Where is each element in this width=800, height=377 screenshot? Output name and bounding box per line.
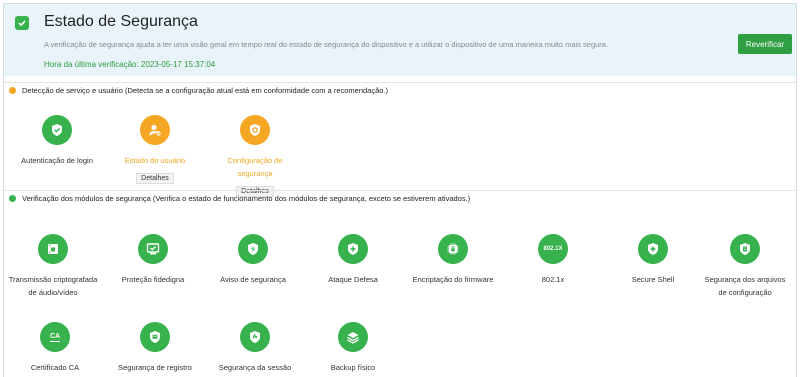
module-item[interactable]: Segurança da sessão xyxy=(210,322,300,374)
shield-gear-icon xyxy=(240,115,270,145)
item-label: Encriptação do firmware xyxy=(412,275,494,284)
layers-icon xyxy=(338,322,368,352)
file-shield-icon xyxy=(730,234,760,264)
last-check-time: Hora da última verificação: 2023-05-17 1… xyxy=(44,60,216,69)
module-item[interactable]: Backup físico xyxy=(308,322,398,374)
item-label: Aviso de segurança xyxy=(220,275,286,284)
item-label: Autenticação de login xyxy=(21,156,93,165)
module-item[interactable]: Secure Shell xyxy=(608,234,698,286)
module-item[interactable]: 802.1X 802.1x xyxy=(508,234,598,286)
shield-check-icon xyxy=(15,16,29,30)
lightning-shield-icon xyxy=(238,234,268,264)
module-item[interactable]: Ataque Defesa xyxy=(308,234,398,286)
item-label: 802.1x xyxy=(541,275,565,284)
module-item[interactable]: Proteção fidedigna xyxy=(108,234,198,286)
item-label: Ataque Defesa xyxy=(328,275,378,284)
session-shield-icon xyxy=(240,322,270,352)
ca-certificate-icon: CA xyxy=(40,322,70,352)
check-item-security-config[interactable]: Configuração de segurança Detalhes xyxy=(210,115,300,198)
icon-text: CA xyxy=(49,332,61,342)
user-icon xyxy=(140,115,170,145)
chip-lock-icon xyxy=(438,234,468,264)
shell-shield-icon xyxy=(638,234,668,264)
security-status-header: Estado de Segurança A verificação de seg… xyxy=(4,4,796,76)
section-title: Detecção de serviço e usuário (Detecta s… xyxy=(22,86,389,95)
module-item[interactable]: Transmissão criptografada de áudio/vídeo xyxy=(8,234,98,299)
shield-check-icon xyxy=(42,115,72,145)
module-item[interactable]: Segurança dos arquivos de configuração xyxy=(700,234,790,299)
check-item-user-status[interactable]: Estado do usuário Detalhes xyxy=(110,115,200,185)
module-item[interactable]: Segurança de registro xyxy=(110,322,200,374)
item-label: Secure Shell xyxy=(631,275,675,284)
reverify-button[interactable]: Reverificar xyxy=(738,34,792,54)
module-item[interactable]: Encriptação do firmware xyxy=(408,234,498,286)
module-item[interactable]: Aviso de segurança xyxy=(208,234,298,286)
check-item-login-auth[interactable]: Autenticação de login xyxy=(12,115,102,167)
divider xyxy=(4,190,796,191)
details-button[interactable]: Detalhes xyxy=(136,173,174,184)
item-label: Configuração de segurança xyxy=(227,156,283,178)
page-title: Estado de Segurança xyxy=(44,13,198,30)
page-description: A verificação de segurança ajuda a ter u… xyxy=(44,40,609,49)
802-1x-icon: 802.1X xyxy=(538,234,568,264)
encrypted-video-icon xyxy=(38,234,68,264)
item-label: Estado do usuário xyxy=(124,156,186,165)
service-detection-heading: Detecção de serviço e usuário (Detecta s… xyxy=(9,86,388,95)
divider xyxy=(4,82,796,83)
module-item[interactable]: CA Certificado CA xyxy=(10,322,100,374)
item-label: Segurança dos arquivos de configuração xyxy=(704,275,786,297)
item-label: Backup físico xyxy=(330,363,376,372)
item-label: Certificado CA xyxy=(30,363,80,372)
plus-shield-icon xyxy=(338,234,368,264)
check-circle-icon xyxy=(9,195,16,202)
item-label: Transmissão criptografada de áudio/vídeo xyxy=(8,275,98,297)
icon-text: 802.1X xyxy=(543,246,563,252)
module-verification-heading: Verificação dos módulos de segurança (Ve… xyxy=(9,194,470,203)
warning-icon xyxy=(9,87,16,94)
item-label: Proteção fidedigna xyxy=(121,275,185,284)
item-label: Segurança da sessão xyxy=(218,363,292,372)
trusted-monitor-icon xyxy=(138,234,168,264)
log-shield-icon xyxy=(140,322,170,352)
item-label: Segurança de registro xyxy=(118,363,192,372)
section-title: Verificação dos módulos de segurança (Ve… xyxy=(22,194,471,203)
